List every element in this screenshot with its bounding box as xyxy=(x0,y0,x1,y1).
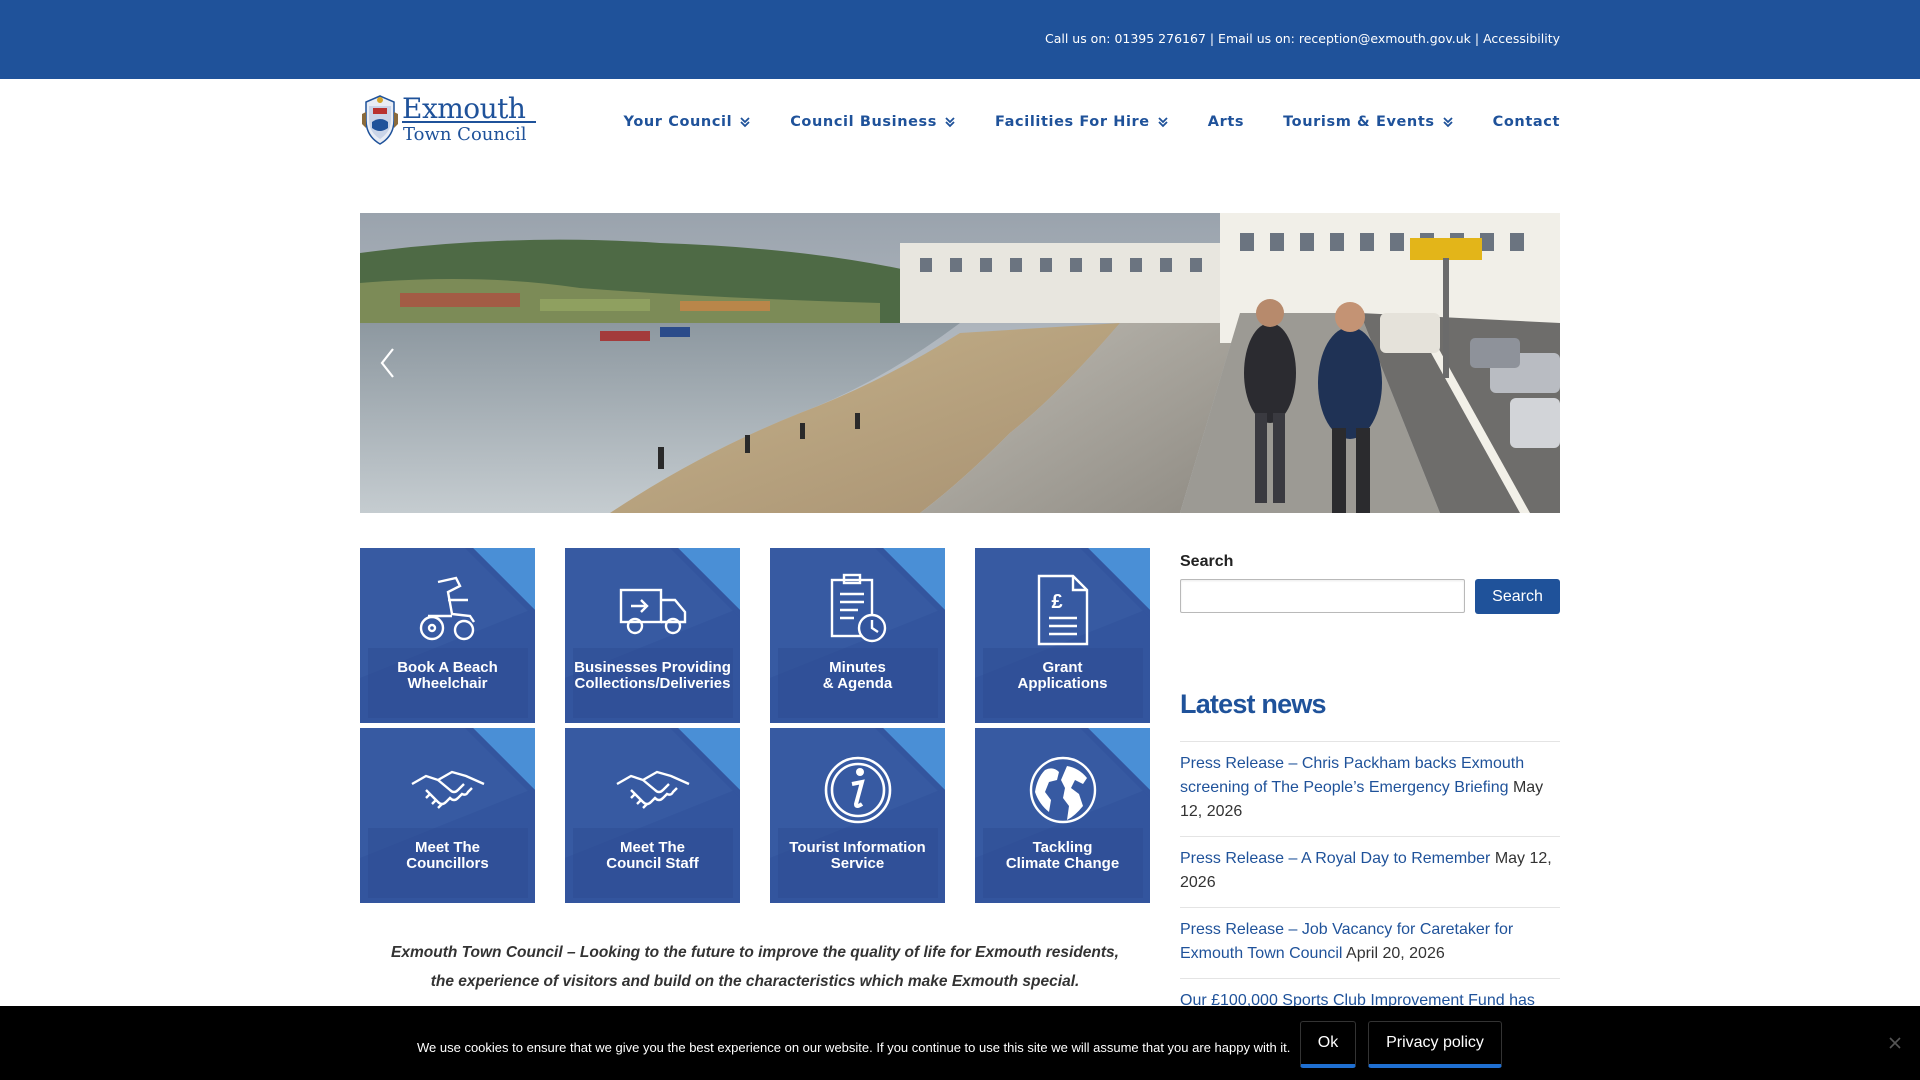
tile-label: Tourist Information Service xyxy=(789,839,926,872)
nav-item-label: Arts xyxy=(1207,114,1245,130)
nav-item-label: Your Council xyxy=(623,114,733,130)
logo-subtitle: Town Council xyxy=(403,124,527,145)
hero-slider[interactable] xyxy=(360,213,1560,513)
privacy-policy-button[interactable]: Privacy policy xyxy=(1368,1021,1502,1068)
search-input[interactable] xyxy=(1180,579,1465,613)
info-icon xyxy=(824,756,891,824)
globe-icon xyxy=(1029,756,1096,824)
search-label: Search xyxy=(1180,553,1234,570)
chevron-down-icon xyxy=(1442,117,1453,128)
news-link[interactable]: Press Release – A Royal Day to Remember xyxy=(1180,850,1490,867)
top-contact-bar: Call us on: 01395 276167 | Email us on: … xyxy=(0,0,1920,79)
pound-document-icon: £ xyxy=(1037,574,1088,646)
cookie-banner: We use cookies to ensure that we give yo… xyxy=(0,1006,1920,1080)
nav-item-label: Council Business xyxy=(790,114,938,130)
news-item: Press Release – A Royal Day to Remember … xyxy=(1180,836,1560,907)
nav-item[interactable]: Council Business xyxy=(790,114,956,130)
quick-link-tile[interactable]: Tourist Information Service xyxy=(770,728,945,903)
chevron-left-icon[interactable] xyxy=(378,345,398,381)
tile-label: Grant Applications xyxy=(1017,659,1108,692)
chevron-down-icon xyxy=(740,117,750,128)
wheelchair-icon xyxy=(419,576,475,641)
cookie-message: We use cookies to ensure that we give yo… xyxy=(417,1040,1291,1055)
tile-label: Meet The Councillors xyxy=(406,839,489,872)
chevron-down-icon xyxy=(1158,117,1168,128)
news-date: April 20, 2026 xyxy=(1346,945,1445,962)
quick-link-tile[interactable]: Meet The Council Staff xyxy=(565,728,740,903)
tile-label: Book A Beach Wheelchair xyxy=(397,659,498,692)
site-header xyxy=(0,79,1920,209)
hero-image xyxy=(360,213,1560,513)
close-icon[interactable] xyxy=(1887,1035,1903,1051)
nav-item[interactable]: Tourism & Events xyxy=(1283,114,1454,130)
news-item: Press Release – Job Vacancy for Caretake… xyxy=(1180,907,1560,978)
chevron-down-icon xyxy=(945,117,955,128)
clipboard-clock-icon xyxy=(830,573,886,643)
news-list: Press Release – Chris Packham backs Exmo… xyxy=(1180,741,1560,1025)
nav-item[interactable]: Arts xyxy=(1208,114,1244,130)
svg-text:£: £ xyxy=(1051,591,1062,613)
crest-icon xyxy=(362,95,398,145)
nav-item-label: Facilities For Hire xyxy=(995,114,1150,130)
nav-item[interactable]: Contact xyxy=(1493,114,1560,130)
cookie-ok-button[interactable]: Ok xyxy=(1300,1021,1356,1068)
news-item: Press Release – Chris Packham backs Exmo… xyxy=(1180,741,1560,836)
tile-label: Tackling Climate Change xyxy=(1005,839,1120,872)
delivery-van-icon xyxy=(619,588,686,635)
main-nav: Your Council Council Business Facilities F… xyxy=(585,114,1560,130)
handshake-icon xyxy=(410,770,484,809)
quick-link-tile[interactable]: Businesses Providing Collections/Deliver… xyxy=(565,548,740,723)
tile-label: Minutes & Agenda xyxy=(822,659,893,692)
handshake-icon xyxy=(615,770,689,809)
tile-label: Businesses Providing Collections/Deliver… xyxy=(574,659,731,692)
quick-link-tile[interactable]: Meet The Councillors xyxy=(360,728,535,903)
quick-link-tile[interactable]: Tackling Climate Change xyxy=(975,728,1150,903)
nav-item[interactable]: Your Council xyxy=(624,114,752,130)
search-button[interactable]: Search xyxy=(1475,579,1560,614)
quick-link-tile[interactable]: Book A Beach Wheelchair xyxy=(360,548,535,723)
nav-item-label: Contact xyxy=(1492,114,1560,130)
site-logo[interactable]: Exmouth Town Council xyxy=(360,92,536,148)
quick-link-tile[interactable]: £ Grant Applications xyxy=(975,548,1150,723)
quick-link-tile[interactable]: Minutes & Agenda xyxy=(770,548,945,723)
nav-item[interactable]: Facilities For Hire xyxy=(995,114,1169,130)
contact-line[interactable]: Call us on: 01395 276167 | Email us on: … xyxy=(1045,31,1560,46)
logo-divider xyxy=(402,121,536,123)
news-link[interactable]: Press Release – Chris Packham backs Exmo… xyxy=(1180,755,1524,796)
tile-label: Meet The Council Staff xyxy=(606,839,699,872)
nav-item-label: Tourism & Events xyxy=(1283,114,1435,130)
latest-news-heading: Latest news xyxy=(1180,689,1327,719)
mission-statement: Exmouth Town Council – Looking to the fu… xyxy=(391,944,1119,990)
